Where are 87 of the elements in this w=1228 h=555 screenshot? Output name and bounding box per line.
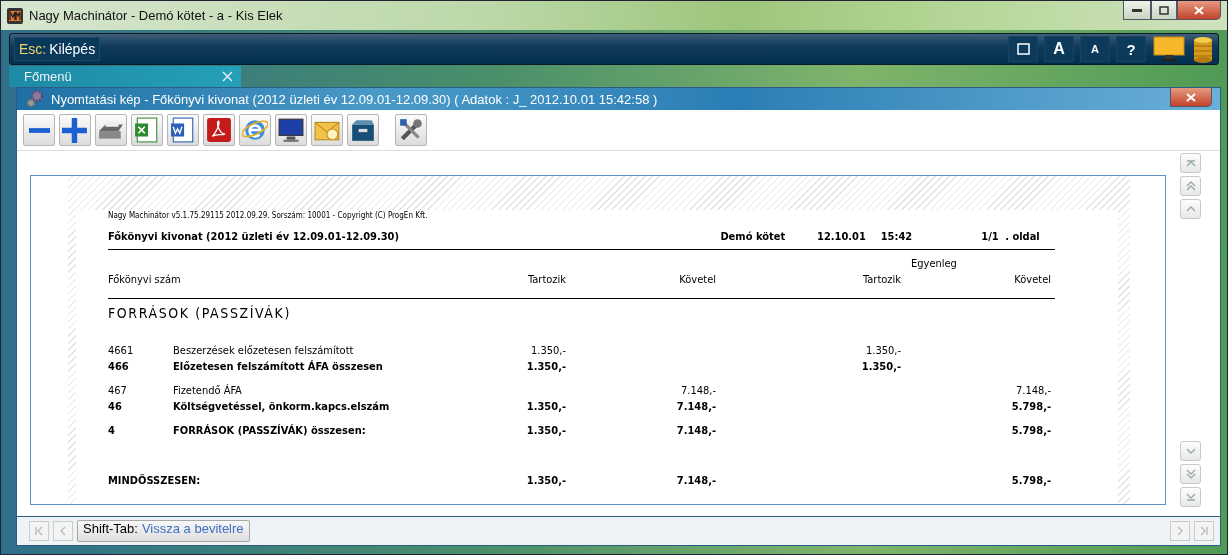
double-chevron-down-icon <box>1184 468 1197 480</box>
report-time: 15:42 <box>880 229 914 243</box>
minus-icon <box>28 127 50 133</box>
column-header: Tartozik <box>862 273 901 288</box>
debit-amount: 1.350,- <box>529 343 566 359</box>
double-chevron-up-icon <box>1184 180 1197 192</box>
debit-amount: 1.350,- <box>525 359 566 375</box>
zoom-in-button[interactable] <box>59 114 91 146</box>
debit-amount: 1.350,- <box>525 423 566 439</box>
pdf-icon <box>206 117 232 143</box>
minimize-icon <box>1132 8 1142 12</box>
last-icon <box>1198 525 1210 537</box>
account-name: Beszerzések előzetesen felszámított <box>173 343 355 359</box>
debit-amount: 1.350,- <box>525 473 566 489</box>
pdf-button[interactable] <box>203 114 235 146</box>
first-icon <box>33 525 45 537</box>
close-icon <box>1186 92 1196 102</box>
balance-credit-amount: 5.798,- <box>1010 399 1051 415</box>
tools-icon <box>398 117 424 143</box>
column-header: Tartozik <box>527 273 566 288</box>
close-icon <box>222 71 233 82</box>
minimize-button[interactable] <box>1123 1 1151 20</box>
monitor-icon <box>1152 35 1186 63</box>
back-to-input-button[interactable]: Shift-Tab: Vissza a bevitelre <box>77 520 250 542</box>
account-code: 4661 <box>108 343 135 359</box>
maximize-button[interactable] <box>1151 1 1177 20</box>
window-mode-button[interactable] <box>1008 36 1038 62</box>
account-name: Költségvetéssel, önkorm.kapcs.elszám <box>173 399 391 415</box>
report-meta-text: Nagy Machinátor v5.1.75.29115 2012.09.29. Sorszám: 10001 - Copyright (C) ProgEn Kft. <box>108 210 429 222</box>
column-header: Követel <box>678 273 716 288</box>
volume-name: Demó kötet <box>720 229 787 243</box>
balance-debit-amount: 1.350,- <box>864 343 901 359</box>
close-button[interactable] <box>1170 88 1212 107</box>
page-number: 1/1 <box>981 229 1000 243</box>
credit-amount: 7.148,- <box>679 383 716 399</box>
app-logo-icon <box>7 7 23 24</box>
account-name: Előzetesen felszámított ÁFA összesen <box>173 359 384 375</box>
report-title: Főkönyvi kivonat (2012 üzleti év 12.09.01-12.09.30) <box>108 229 400 243</box>
drawer-icon <box>350 117 376 143</box>
excel-button[interactable] <box>131 114 163 146</box>
gears-icon <box>25 89 45 109</box>
account-code: 466 <box>108 359 130 375</box>
zoom-out-button[interactable] <box>23 114 55 146</box>
maximize-icon <box>1159 5 1169 15</box>
font-larger-button[interactable]: A <box>1044 36 1074 62</box>
column-group-header: Egyenleg <box>911 257 957 270</box>
report-date: 12.10.01 <box>817 229 867 243</box>
print-preview-title: Nyomtatási kép - Főkönyvi kivonat (2012 üzleti év 12.09.01-12.09.30) ( Adatok : J_ 2012.10.01 15:42:58 ) <box>51 91 659 107</box>
settings-button[interactable] <box>395 114 427 146</box>
account-name: Fizetendő ÁFA <box>173 383 243 399</box>
monitor-icon <box>278 117 304 143</box>
balance-credit-amount: 7.148,- <box>1014 383 1051 399</box>
plus-icon <box>62 117 88 143</box>
coins-icon <box>1192 35 1214 63</box>
page-label: . oldal <box>1005 229 1041 243</box>
debit-amount: 1.350,- <box>525 399 566 415</box>
main-menu-tab[interactable]: Főmenü <box>9 66 241 87</box>
account-code: 46 <box>108 399 123 415</box>
chevron-down-bar-icon <box>1184 491 1197 503</box>
window-title: Nagy Machinátor - Demó kötet - a - Kis Elek <box>29 8 284 23</box>
word-button[interactable] <box>167 114 199 146</box>
screen-button[interactable] <box>275 114 307 146</box>
balance-credit-amount: 5.798,- <box>1010 423 1051 439</box>
balance-credit-amount: 5.798,- <box>1010 473 1051 489</box>
help-button[interactable]: ? <box>1116 36 1146 62</box>
account-code: 4 <box>108 423 116 439</box>
exit-button[interactable]: Esc: Kilépés <box>14 37 101 61</box>
archive-button[interactable] <box>347 114 379 146</box>
document-icon <box>170 117 196 143</box>
credit-amount: 7.148,- <box>675 473 716 489</box>
grand-total-label: MINDÖSSZESEN: <box>108 473 202 489</box>
column-header: Főkönyvi szám <box>108 273 182 288</box>
credit-amount: 7.148,- <box>675 423 716 439</box>
close-button[interactable] <box>1177 1 1221 20</box>
square-icon <box>1016 43 1030 55</box>
credit-amount: 7.148,- <box>675 399 716 415</box>
account-name: FORRÁSOK (PASSZÍVÁK) összesen: <box>173 423 367 439</box>
globe-e-icon <box>242 117 268 143</box>
double-chevron-up-icon <box>1184 157 1197 169</box>
section-heading: FORRÁSOK (PASSZÍVÁK) <box>108 304 292 323</box>
account-code: 467 <box>108 383 128 399</box>
print-button[interactable] <box>95 114 127 146</box>
close-icon <box>1194 5 1204 15</box>
font-smaller-button[interactable]: A <box>1080 36 1110 62</box>
balance-debit-amount: 1.350,- <box>860 359 901 375</box>
spreadsheet-icon <box>134 117 160 143</box>
column-header: Követel <box>1013 273 1051 288</box>
